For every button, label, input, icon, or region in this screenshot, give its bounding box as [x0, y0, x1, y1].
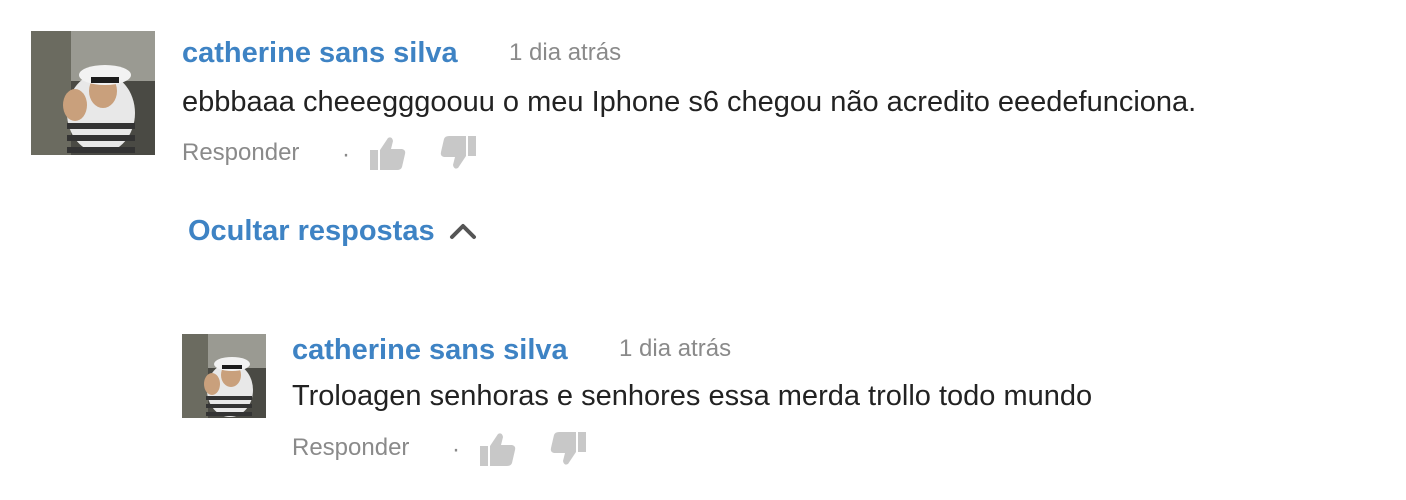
separator-dot: · [452, 436, 460, 463]
comment-text: ebbbaaa cheeegggoouu o meu Iphone s6 che… [182, 86, 1197, 118]
thumbs-up-icon[interactable] [478, 430, 518, 470]
avatar[interactable] [31, 31, 155, 155]
hide-replies-toggle[interactable]: Ocultar respostas [188, 214, 477, 248]
thumbs-up-icon[interactable] [368, 134, 408, 174]
chevron-up-icon [449, 224, 476, 239]
reply-author[interactable]: catherine sans silva [292, 333, 568, 367]
thumbs-down-icon[interactable] [548, 428, 588, 468]
comment-timestamp[interactable]: 1 dia atrás [509, 38, 621, 68]
separator-dot: · [342, 141, 350, 168]
avatar-image [182, 334, 266, 418]
comment-author[interactable]: catherine sans silva [182, 36, 458, 70]
reply-timestamp[interactable]: 1 dia atrás [619, 334, 731, 364]
thumbs-down-icon[interactable] [438, 132, 478, 172]
avatar-image [31, 31, 155, 155]
reply-button[interactable]: Responder [182, 138, 299, 168]
comments-section: catherine sans silva 1 dia atrás ebbbaaa… [0, 0, 1406, 500]
reply-reply-button[interactable]: Responder [292, 433, 409, 463]
reply-text: Troloagen senhoras e senhores essa merda… [292, 380, 1093, 412]
hide-replies-label: Ocultar respostas [188, 215, 435, 247]
reply-avatar[interactable] [182, 334, 266, 418]
